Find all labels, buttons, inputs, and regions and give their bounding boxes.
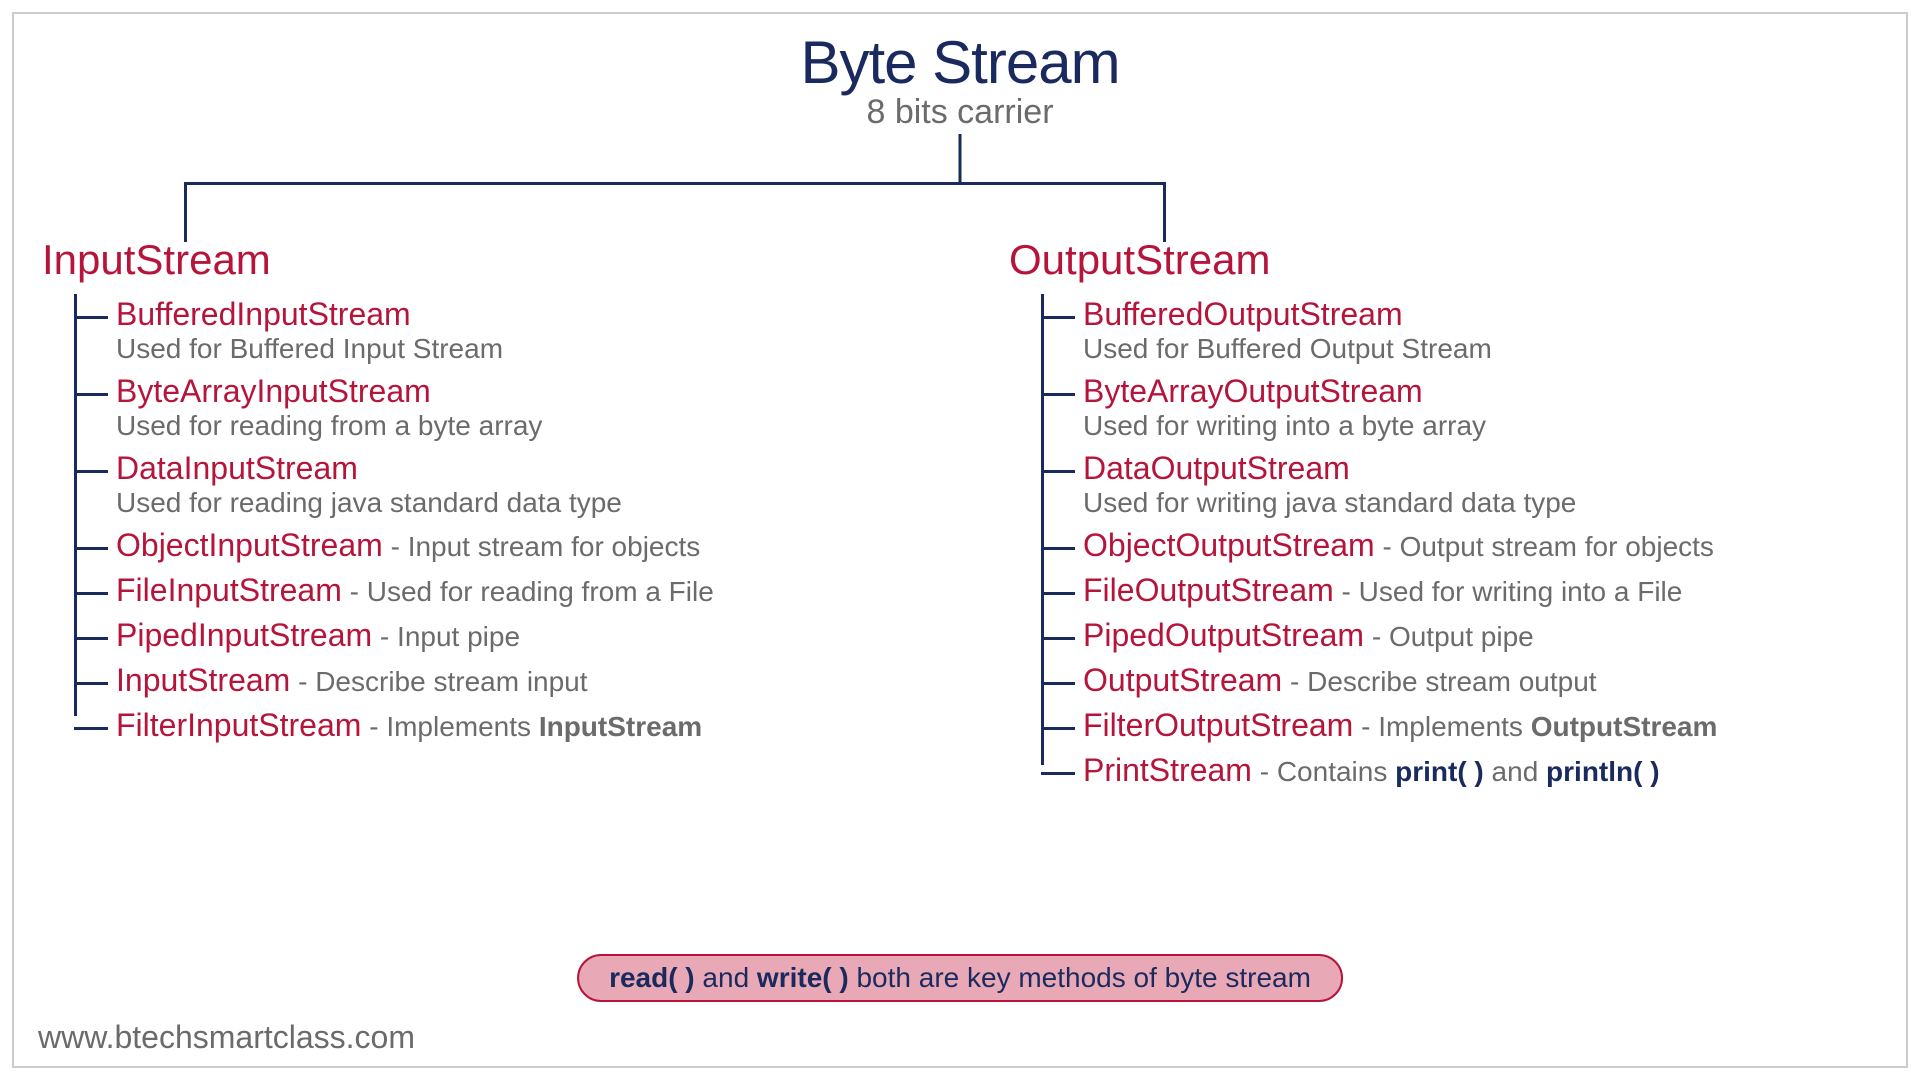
inputstream-node-desc: Implements InputStream: [361, 711, 702, 742]
diagram-title: Byte Stream: [14, 28, 1906, 97]
inputstream-node-name: BufferedInputStream: [116, 296, 411, 332]
outputstream-node: FilterOutputStreamImplements OutputStrea…: [1065, 703, 1914, 748]
outputstream-node-name: ObjectOutputStream: [1083, 527, 1375, 563]
outputstream-node-desc: Output pipe: [1364, 621, 1534, 652]
outputstream-node-desc: Used for writing into a File: [1334, 576, 1683, 607]
outputstream-node: OutputStreamDescribe stream output: [1065, 658, 1914, 703]
outputstream-node-name: BufferedOutputStream: [1083, 296, 1403, 332]
outputstream-node: ByteArrayOutputStreamUsed for writing in…: [1065, 369, 1914, 446]
inputstream-node: FileInputStreamUsed for reading from a F…: [98, 568, 942, 613]
inputstream-node-desc: Describe stream input: [290, 666, 587, 697]
inputstream-node: BufferedInputStreamUsed for Buffered Inp…: [98, 292, 942, 369]
outputstream-node: PipedOutputStreamOutput pipe: [1065, 613, 1914, 658]
inputstream-node-desc: Input pipe: [372, 621, 520, 652]
inputstream-node-desc: Used for Buffered Input Stream: [116, 333, 942, 365]
diagram-header: Byte Stream 8 bits carrier: [14, 28, 1906, 132]
outputstream-node-desc: Implements OutputStream: [1353, 711, 1717, 742]
inputstream-node: ObjectInputStreamInput stream for object…: [98, 523, 942, 568]
inputstream-node-desc: Used for reading from a byte array: [116, 410, 942, 442]
outputstream-node-name: FilterOutputStream: [1083, 707, 1353, 743]
outputstream-node-desc: Contains print( ) and println( ): [1252, 756, 1660, 787]
inputstream-node: ByteArrayInputStreamUsed for reading fro…: [98, 369, 942, 446]
outputstream-node-name: PrintStream: [1083, 752, 1252, 788]
outputstream-node: ObjectOutputStreamOutput stream for obje…: [1065, 523, 1914, 568]
tree-inputstream: BufferedInputStreamUsed for Buffered Inp…: [98, 292, 942, 748]
inputstream-node-name: PipedInputStream: [116, 617, 372, 653]
outputstream-node: FileOutputStreamUsed for writing into a …: [1065, 568, 1914, 613]
inputstream-node: PipedInputStreamInput pipe: [98, 613, 942, 658]
outputstream-node-name: PipedOutputStream: [1083, 617, 1364, 653]
inputstream-node-desc: Input stream for objects: [383, 531, 700, 562]
inputstream-node-name: ByteArrayInputStream: [116, 373, 431, 409]
inputstream-node: FilterInputStreamImplements InputStream: [98, 703, 942, 748]
outputstream-node-desc: Used for writing java standard data type: [1083, 487, 1914, 519]
branch-title-inputstream: InputStream: [42, 236, 942, 284]
inputstream-node-desc: Used for reading java standard data type: [116, 487, 942, 519]
outputstream-node-desc: Output stream for objects: [1375, 531, 1714, 562]
outputstream-node-name: FileOutputStream: [1083, 572, 1334, 608]
connector-drop-left: [184, 182, 187, 242]
inputstream-node-desc: Used for reading from a File: [342, 576, 714, 607]
inputstream-node-name: FilterInputStream: [116, 707, 361, 743]
diagram-subtitle: 8 bits carrier: [14, 93, 1906, 132]
outputstream-node: PrintStreamContains print( ) and println…: [1065, 748, 1914, 793]
inputstream-node: DataInputStreamUsed for reading java sta…: [98, 446, 942, 523]
footer-pill: read( ) and write( ) both are key method…: [577, 954, 1343, 1002]
inputstream-node-name: DataInputStream: [116, 450, 358, 486]
outputstream-node: BufferedOutputStreamUsed for Buffered Ou…: [1065, 292, 1914, 369]
inputstream-node: InputStreamDescribe stream input: [98, 658, 942, 703]
outputstream-node-desc: Describe stream output: [1282, 666, 1596, 697]
outputstream-node-desc: Used for writing into a byte array: [1083, 410, 1914, 442]
outputstream-node-name: ByteArrayOutputStream: [1083, 373, 1423, 409]
outputstream-node-name: OutputStream: [1083, 662, 1282, 698]
branch-inputstream: InputStream BufferedInputStreamUsed for …: [42, 236, 942, 748]
connector-horizontal: [184, 182, 1166, 185]
outputstream-node: DataOutputStreamUsed for writing java st…: [1065, 446, 1914, 523]
credit-text: www.btechsmartclass.com: [38, 1019, 415, 1056]
inputstream-node-name: ObjectInputStream: [116, 527, 383, 563]
connector-drop-right: [1163, 182, 1166, 242]
outputstream-node-name: DataOutputStream: [1083, 450, 1350, 486]
diagram-frame: Byte Stream 8 bits carrier InputStream B…: [12, 12, 1908, 1068]
connector-vertical-main: [959, 134, 962, 182]
branch-title-outputstream: OutputStream: [1009, 236, 1914, 284]
tree-outputstream: BufferedOutputStreamUsed for Buffered Ou…: [1065, 292, 1914, 793]
outputstream-node-desc: Used for Buffered Output Stream: [1083, 333, 1914, 365]
inputstream-node-name: FileInputStream: [116, 572, 342, 608]
inputstream-node-name: InputStream: [116, 662, 290, 698]
branch-outputstream: OutputStream BufferedOutputStreamUsed fo…: [1009, 236, 1914, 793]
